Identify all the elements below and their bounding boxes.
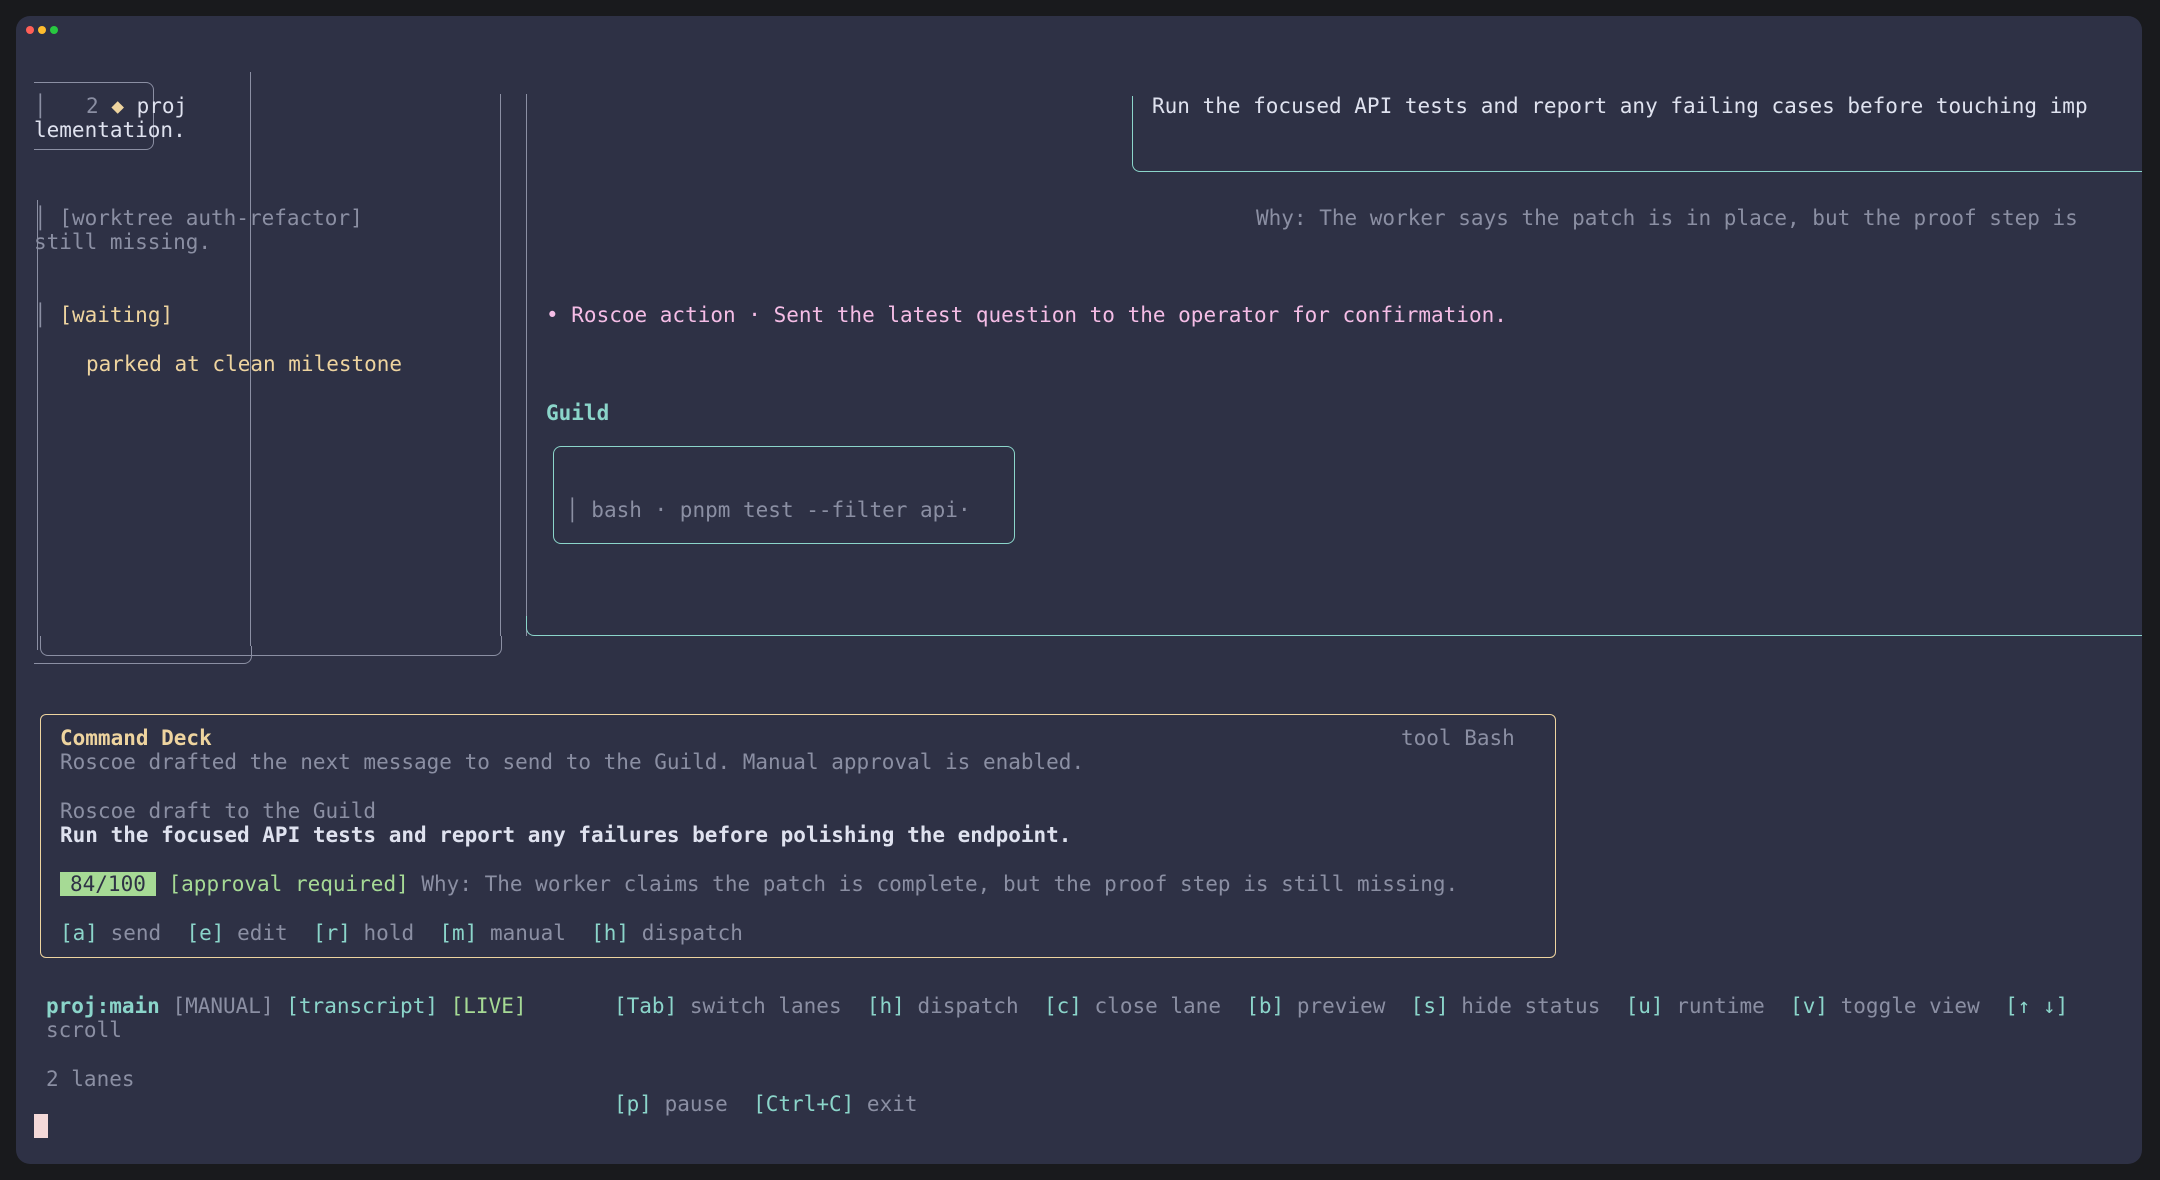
dispatch-button[interactable]: [h] dispatch (591, 921, 743, 945)
live-badge: [LIVE] (450, 994, 527, 1018)
lane-card-frame: │ (34, 94, 47, 118)
draft-label: Roscoe draft to the Guild (60, 799, 377, 823)
terminal-window: │ 2 ◆ proj lementation. │ [worktree auth… (16, 16, 2142, 1164)
lane-name: proj (136, 94, 188, 118)
lane-header: 2 ◆ proj (86, 94, 187, 118)
shortcut-scroll-key[interactable]: [↑ ↓] (2005, 994, 2068, 1018)
roscoe-action-line: • Roscoe action · Sent the latest questi… (546, 303, 1507, 327)
worktree-cont: still missing. (34, 230, 212, 254)
lane-status-badge: [waiting] (59, 303, 174, 327)
mode-badge: [MANUAL] (172, 994, 274, 1018)
lane-border-left (37, 200, 38, 650)
approval-why: Why: The worker claims the patch is comp… (421, 872, 1459, 896)
transcript-bottom (526, 616, 2142, 636)
lane-status-note: parked at clean milestone (86, 352, 403, 376)
approval-required-badge: [approval required] (168, 872, 409, 896)
status-bar-left: proj:main [MANUAL] [transcript] [LIVE] (46, 994, 527, 1018)
shortcuts-row-2: [p] pause [Ctrl+C] exit (614, 1092, 918, 1116)
send-button[interactable]: [a] send (60, 921, 161, 945)
shortcut-dispatch[interactable]: [h] dispatch (867, 994, 1019, 1018)
score-badge: 84/100 (60, 872, 156, 896)
manual-button[interactable]: [m] manual (439, 921, 565, 945)
shortcut-exit[interactable]: [Ctrl+C] exit (753, 1092, 917, 1116)
lane-divider (250, 72, 251, 646)
shortcut-preview[interactable]: [b] preview (1246, 994, 1385, 1018)
shortcut-hide-status[interactable]: [s] hide status (1411, 994, 1601, 1018)
lanes-count: 2 lanes (46, 1067, 135, 1091)
command-deck-title: Command Deck (60, 726, 212, 750)
lanes-panel-border-right (500, 94, 501, 636)
command-actions: [a] send [e] edit [r] hold [m] manual [h… (60, 921, 743, 945)
tool-call-box[interactable] (553, 446, 1015, 544)
shortcut-close-lane[interactable]: [c] close lane (1044, 994, 1221, 1018)
transcript-border-left (526, 94, 527, 636)
command-deck-summary: Roscoe drafted the next message to send … (60, 750, 1085, 774)
lane-column-bottom (34, 646, 252, 664)
lane-title-cont: lementation. (34, 118, 186, 142)
tool-call-command: bash · pnpm test --filter api· (591, 498, 971, 522)
view-badge: [transcript] (286, 994, 438, 1018)
lane-marker-icon: ◆ (111, 94, 124, 118)
hold-button[interactable]: [r] hold (313, 921, 414, 945)
instruction-why: Why: The worker says the patch is in pla… (1256, 206, 2078, 230)
worktree-row: │ [worktree auth-refactor] (34, 206, 363, 230)
worktree-label: [worktree auth-refactor] (59, 206, 363, 230)
instruction-message: Run the focused API tests and report any… (1152, 94, 2088, 118)
shortcut-scroll-label: scroll (46, 1018, 122, 1042)
input-cursor[interactable] (34, 1114, 48, 1138)
close-window-icon[interactable] (26, 26, 34, 34)
shortcuts-row-1: [Tab] switch lanes [h] dispatch [c] clos… (614, 994, 2068, 1018)
approval-row: 84/100 [approval required] Why: The work… (60, 872, 1458, 896)
minimize-window-icon[interactable] (38, 26, 46, 34)
edit-button[interactable]: [e] edit (186, 921, 287, 945)
guild-label: Guild (546, 401, 610, 425)
project-label: proj:main (46, 994, 160, 1018)
status-row: │ [waiting] (34, 303, 174, 327)
shortcut-toggle-view[interactable]: [v] toggle view (1790, 994, 1980, 1018)
command-deck-tool: tool Bash (1401, 726, 1515, 750)
window-controls (26, 26, 58, 34)
draft-message: Run the focused API tests and report any… (60, 823, 1072, 847)
lane-number: 2 (86, 94, 99, 118)
tool-call-frame: │ bash · pnpm test --filter api· (566, 498, 971, 522)
shortcut-switch-lanes[interactable]: [Tab] switch lanes (614, 994, 842, 1018)
maximize-window-icon[interactable] (50, 26, 58, 34)
shortcut-pause[interactable]: [p] pause (614, 1092, 728, 1116)
shortcut-runtime[interactable]: [u] runtime (1626, 994, 1765, 1018)
